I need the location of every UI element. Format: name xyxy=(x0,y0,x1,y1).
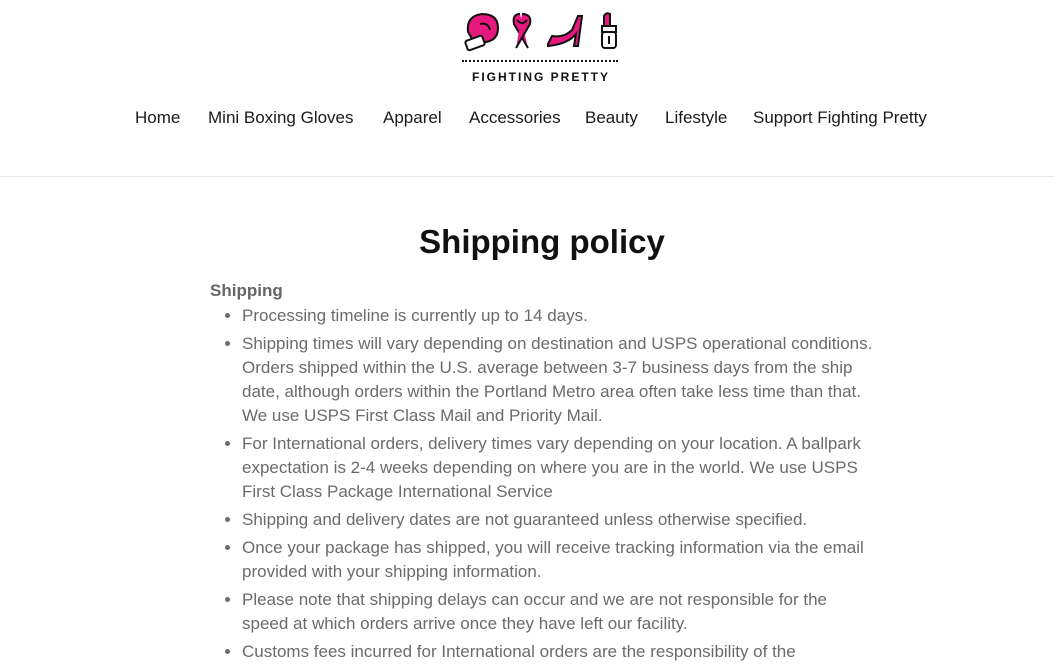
list-item: Customs fees incurred for International … xyxy=(242,640,874,664)
logo-divider xyxy=(462,60,618,62)
page-title: Shipping policy xyxy=(419,223,665,260)
nav-item-home[interactable]: Home xyxy=(135,107,180,129)
ribbon-icon xyxy=(512,13,532,49)
boxing-glove-icon xyxy=(464,12,500,52)
section-title-shipping: Shipping xyxy=(210,281,283,300)
site-header: FIGHTING PRETTY Home Mini Boxing Gloves … xyxy=(0,0,1054,177)
high-heel-icon xyxy=(547,15,584,48)
nav-item-apparel[interactable]: Apparel xyxy=(383,107,442,129)
lipstick-icon xyxy=(601,12,617,49)
list-item: Shipping times will vary depending on de… xyxy=(242,332,874,428)
list-item: For International orders, delivery times… xyxy=(242,432,874,504)
nav-item-lifestyle[interactable]: Lifestyle xyxy=(665,107,727,129)
nav-item-accessories[interactable]: Accessories xyxy=(469,107,561,129)
list-item: Once your package has shipped, you will … xyxy=(242,536,874,584)
main-content: Shipping policy Shipping Processing time… xyxy=(210,222,874,668)
nav-item-beauty[interactable]: Beauty xyxy=(585,107,638,129)
main-navigation: Home Mini Boxing Gloves Apparel Accessor… xyxy=(0,107,1054,131)
nav-item-mini-boxing-gloves[interactable]: Mini Boxing Gloves xyxy=(208,107,354,129)
site-logo[interactable]: FIGHTING PRETTY xyxy=(460,10,622,86)
logo-text: FIGHTING PRETTY xyxy=(472,70,610,84)
nav-item-support-fighting-pretty[interactable]: Support Fighting Pretty xyxy=(753,107,927,129)
shipping-policy-list: Processing timeline is currently up to 1… xyxy=(210,304,874,664)
list-item: Processing timeline is currently up to 1… xyxy=(242,304,874,328)
logo-icons xyxy=(464,12,617,52)
list-item: Shipping and delivery dates are not guar… xyxy=(242,508,874,532)
list-item: Please note that shipping delays can occ… xyxy=(242,588,874,636)
